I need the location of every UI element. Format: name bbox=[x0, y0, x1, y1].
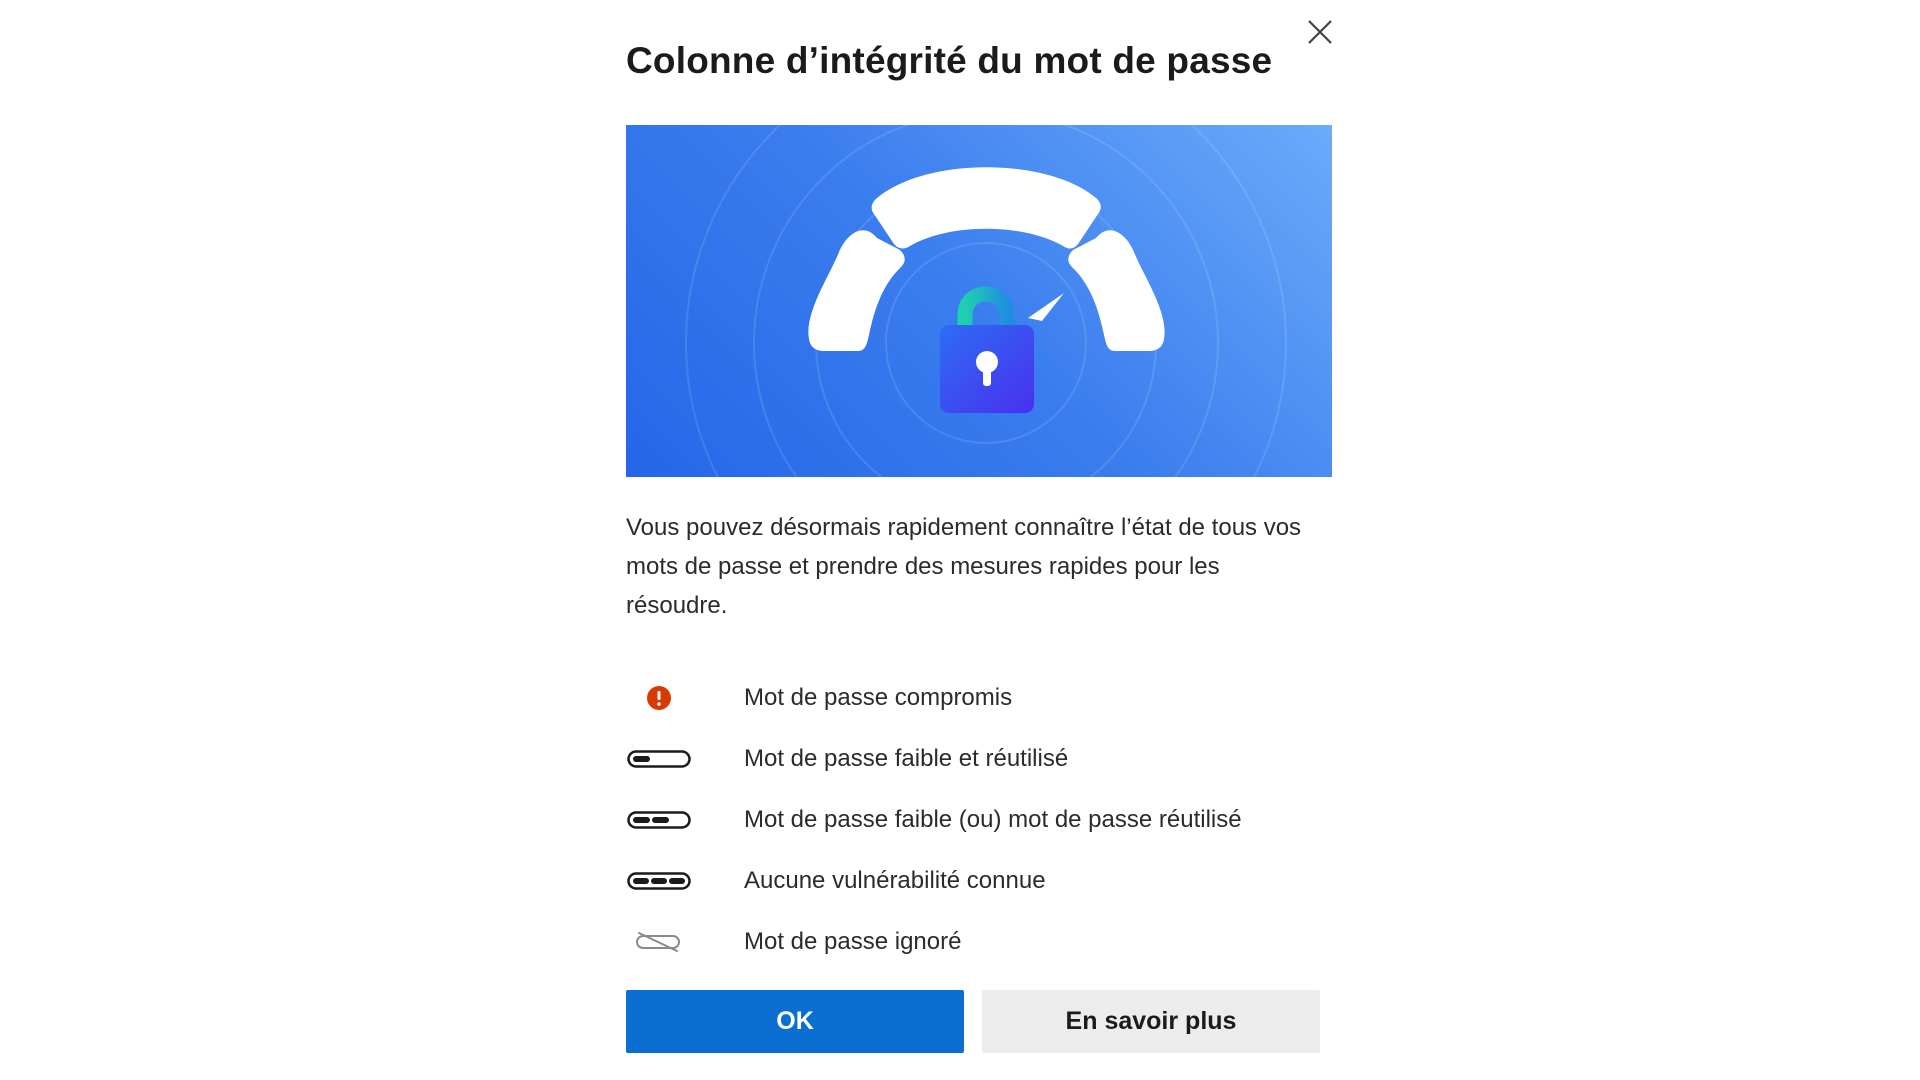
learn-more-button[interactable]: En savoir plus bbox=[982, 990, 1320, 1053]
password-health-dialog: Colonne d’intégrité du mot de passe Vous… bbox=[626, 0, 1336, 1080]
legend-label-weak-and-reused: Mot de passe faible et réutilisé bbox=[744, 744, 1069, 772]
dialog-actions: OK En savoir plus bbox=[626, 990, 1320, 1053]
close-icon bbox=[1308, 20, 1332, 44]
legend-label-ignored: Mot de passe ignoré bbox=[744, 927, 962, 955]
legend-label-compromised: Mot de passe compromis bbox=[744, 683, 1013, 711]
legend-label-weak-or-reused: Mot de passe faible (ou) mot de passe ré… bbox=[744, 805, 1242, 833]
strength-one-bar-icon bbox=[626, 744, 692, 774]
legend-item-compromised: Mot de passe compromis bbox=[626, 667, 1332, 728]
strength-two-bars-icon bbox=[626, 805, 692, 835]
dialog-description: Vous pouvez désormais rapidement connaît… bbox=[626, 514, 1302, 619]
legend-list: Mot de passe compromis Mot de passe faib… bbox=[626, 667, 1332, 972]
close-button[interactable] bbox=[1302, 14, 1338, 50]
legend-item-no-vulnerability: Aucune vulnérabilité connue bbox=[626, 850, 1332, 911]
ok-button[interactable]: OK bbox=[626, 990, 964, 1053]
strength-three-bars-icon bbox=[626, 866, 692, 896]
legend-item-ignored: Mot de passe ignoré bbox=[626, 911, 1332, 972]
legend-item-weak-or-reused: Mot de passe faible (ou) mot de passe ré… bbox=[626, 789, 1332, 850]
dialog-title: Colonne d’intégrité du mot de passe bbox=[626, 40, 1273, 81]
padlock-gauge-illustration bbox=[626, 125, 1332, 477]
compromised-alert-icon bbox=[626, 683, 692, 713]
ignored-password-icon bbox=[626, 927, 692, 957]
legend-item-weak-and-reused: Mot de passe faible et réutilisé bbox=[626, 728, 1332, 789]
legend-label-no-vulnerability: Aucune vulnérabilité connue bbox=[744, 866, 1046, 894]
